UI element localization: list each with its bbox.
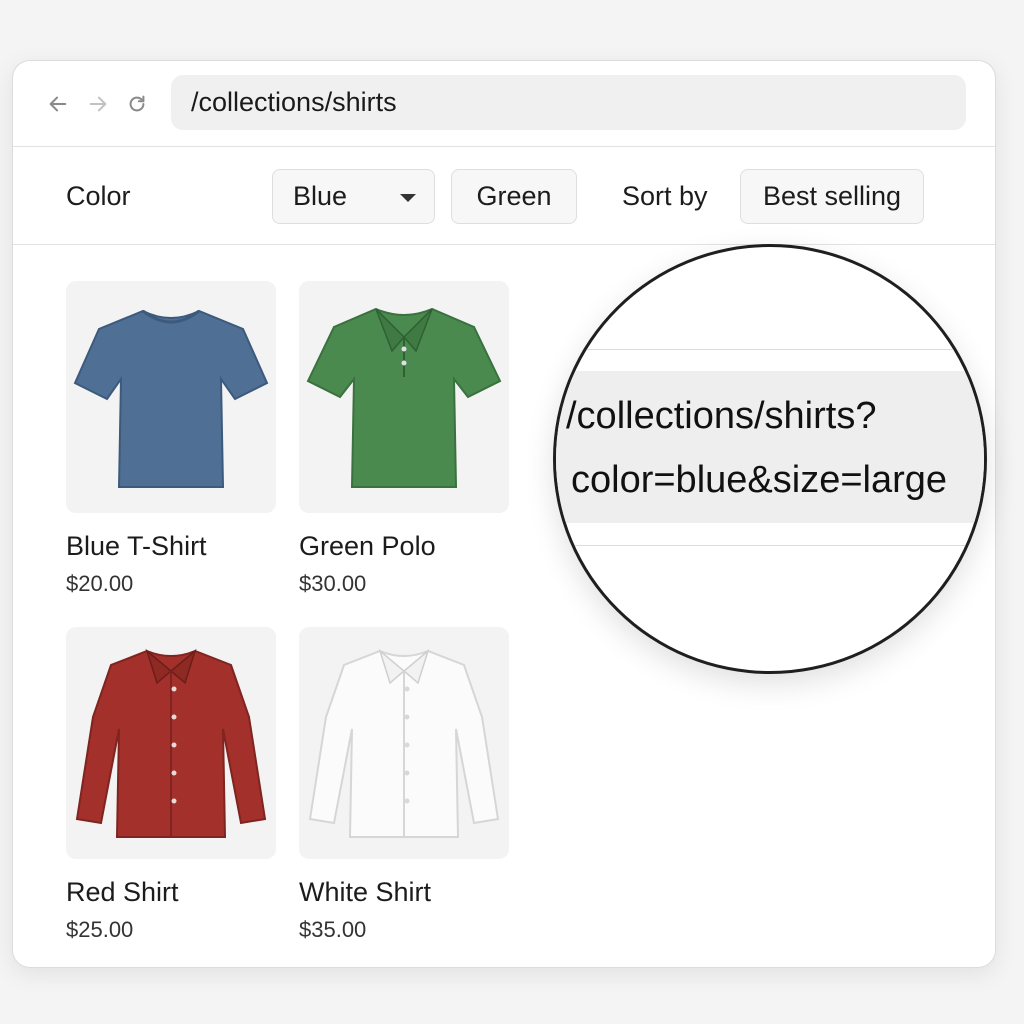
color-filter-label: Color bbox=[66, 181, 131, 211]
magnified-url-path: /collections/shirts? bbox=[566, 395, 877, 437]
product-card-green-polo[interactable]: Green Polo $30.00 bbox=[299, 281, 509, 597]
tshirt-icon bbox=[73, 309, 269, 488]
filter-bar: Color Blue Green Sort by Best selling bbox=[13, 147, 995, 245]
color-option-label: Green bbox=[476, 181, 552, 211]
arrow-right-icon bbox=[89, 96, 107, 112]
chevron-down-icon bbox=[400, 194, 416, 202]
product-name[interactable]: Red Shirt bbox=[66, 877, 276, 908]
polo-shirt-icon bbox=[306, 307, 502, 488]
product-name[interactable]: Green Polo bbox=[299, 531, 509, 562]
reload-icon bbox=[129, 95, 145, 112]
sort-select[interactable]: Best selling bbox=[740, 169, 924, 224]
url-magnifier: /collections/shirts? color=blue&size=lar… bbox=[553, 244, 987, 674]
product-image[interactable] bbox=[66, 627, 276, 859]
magnified-url-query: color=blue&size=large bbox=[571, 459, 948, 501]
product-image[interactable] bbox=[66, 281, 276, 513]
arrow-left-icon bbox=[49, 96, 67, 112]
dress-shirt-icon bbox=[75, 648, 267, 838]
product-image[interactable] bbox=[299, 627, 509, 859]
product-card-white-shirt[interactable]: White Shirt $35.00 bbox=[299, 627, 509, 943]
url-text: /collections/shirts bbox=[191, 87, 397, 117]
dress-shirt-icon bbox=[308, 648, 500, 838]
product-price: $35.00 bbox=[299, 917, 367, 942]
product-price: $25.00 bbox=[66, 917, 134, 942]
product-price: $30.00 bbox=[299, 571, 367, 596]
product-card-red-shirt[interactable]: Red Shirt $25.00 bbox=[66, 627, 276, 943]
product-name[interactable]: White Shirt bbox=[299, 877, 509, 908]
color-select-value: Blue bbox=[293, 181, 348, 211]
magnifier-divider bbox=[556, 349, 984, 350]
product-image[interactable] bbox=[299, 281, 509, 513]
color-option-green[interactable]: Green bbox=[451, 169, 577, 224]
reload-button[interactable] bbox=[124, 91, 150, 117]
back-button[interactable] bbox=[45, 91, 71, 117]
product-price: $20.00 bbox=[66, 571, 134, 596]
forward-button[interactable] bbox=[85, 91, 111, 117]
product-name[interactable]: Blue T-Shirt bbox=[66, 531, 276, 562]
color-select[interactable]: Blue bbox=[272, 169, 435, 224]
sort-select-value: Best selling bbox=[762, 181, 902, 211]
product-card-blue-tshirt[interactable]: Blue T-Shirt $20.00 bbox=[66, 281, 276, 597]
magnifier-divider bbox=[556, 545, 984, 546]
sort-label: Sort by bbox=[622, 181, 708, 211]
address-bar[interactable]: /collections/shirts bbox=[171, 75, 966, 130]
browser-toolbar: /collections/shirts bbox=[13, 61, 995, 147]
